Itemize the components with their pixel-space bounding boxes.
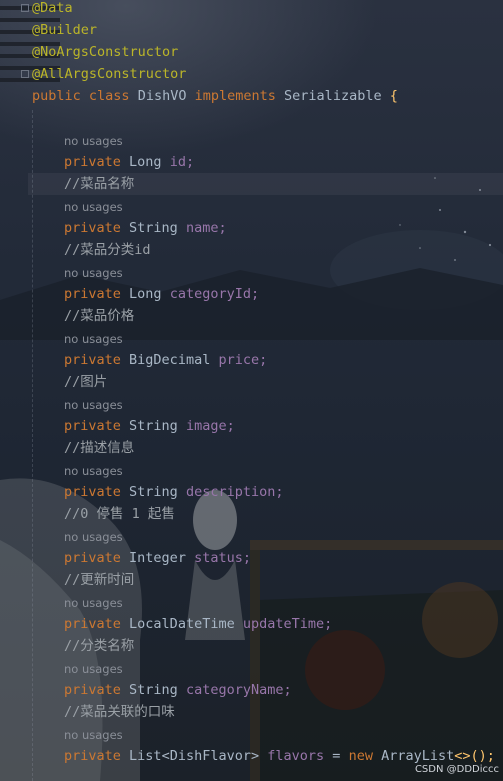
indent-guide [32, 110, 33, 781]
generic-open: < [161, 748, 170, 764]
field-declaration: private String categoryName; [64, 679, 503, 701]
open-brace: { [389, 88, 398, 104]
field-name: categoryId; [169, 286, 260, 302]
field-declaration: private Integer status; [64, 547, 503, 569]
field-type: String [129, 682, 178, 698]
comment-text: //描述信息 [64, 440, 135, 456]
generic-type: DishFlavor [169, 748, 251, 764]
annotation-noargs: @NoArgsConstructor [32, 41, 503, 63]
annotation-data: @Data [32, 0, 503, 19]
usage-hint[interactable]: no usages [64, 724, 123, 746]
field-declaration: private BigDecimal price; [64, 349, 503, 371]
field-type: Long [129, 286, 162, 302]
field-declaration: private String image; [64, 415, 503, 437]
field-type: List [129, 748, 162, 764]
watermark: CSDN @DDDiccc [414, 764, 499, 775]
annotation-text: @AllArgsConstructor [32, 66, 187, 82]
interface-name: Serializable [284, 88, 382, 104]
field-type: Long [129, 154, 162, 170]
field-type: Integer [129, 550, 186, 566]
field-name: flavors [267, 748, 325, 764]
assign-operator: = [324, 748, 349, 764]
generic-close: > [250, 748, 260, 764]
comment-line: //0 停售 1 起售 [64, 503, 503, 525]
keyword-class: class [88, 88, 130, 104]
annotation-builder: @Builder [32, 19, 503, 41]
comment-line: //菜品名称 [28, 173, 503, 195]
field-declaration: private Long id; [64, 151, 503, 173]
class-declaration: public class DishVO implements Serializa… [32, 85, 503, 107]
field-name: status; [194, 550, 251, 566]
comment-line: //更新时间 [64, 569, 503, 591]
keyword-private: private [64, 220, 121, 236]
comment-text: //图片 [64, 374, 108, 390]
usage-hint[interactable]: no usages [64, 196, 123, 218]
usage-hint[interactable]: no usages [64, 526, 123, 548]
field-type: LocalDateTime [129, 616, 235, 632]
comment-line: //描述信息 [64, 437, 503, 459]
comment-line: //图片 [64, 371, 503, 393]
field-type: String [129, 418, 178, 434]
field-declaration: private LocalDateTime updateTime; [64, 613, 503, 635]
field-type: String [129, 220, 178, 236]
field-declaration: private String description; [64, 481, 503, 503]
keyword-private: private [64, 484, 121, 500]
comment-line: //菜品分类id [64, 239, 503, 261]
keyword-private: private [64, 352, 121, 368]
comment-text: //更新时间 [64, 572, 135, 588]
usage-hint[interactable]: no usages [64, 130, 123, 152]
comment-text: //菜品关联的口味 [64, 704, 175, 720]
code-editor[interactable]: @Data @Builder @NoArgsConstructor @AllAr… [0, 0, 503, 781]
comment-line: //分类名称 [64, 635, 503, 657]
comment-text: //分类名称 [64, 638, 135, 654]
keyword-private: private [64, 616, 121, 632]
field-declaration: private String name; [64, 217, 503, 239]
constructor-call: <>(); [454, 748, 495, 764]
annotation-text: @Data [32, 0, 73, 16]
keyword-private: private [64, 550, 121, 566]
field-name: price; [218, 352, 268, 368]
keyword-private: private [64, 154, 121, 170]
usage-hint[interactable]: no usages [64, 394, 123, 416]
usage-hint[interactable]: no usages [64, 658, 123, 680]
comment-text: //菜品名称 [64, 176, 135, 192]
usage-hint[interactable]: no usages [64, 460, 123, 482]
field-name: updateTime; [242, 616, 333, 632]
fold-end-icon[interactable] [21, 70, 29, 78]
class-name: DishVO [137, 88, 187, 104]
annotation-allargs: @AllArgsConstructor [32, 63, 503, 85]
field-name: categoryName; [185, 682, 292, 698]
keyword-private: private [64, 748, 121, 764]
usage-hint[interactable]: no usages [64, 328, 123, 350]
keyword-implements: implements [194, 88, 276, 104]
field-declaration: private Long categoryId; [64, 283, 503, 305]
annotation-text: @Builder [32, 22, 98, 38]
keyword-private: private [64, 418, 121, 434]
fold-marker-icon[interactable] [21, 4, 29, 12]
field-type: BigDecimal [129, 352, 211, 368]
usage-hint[interactable]: no usages [64, 592, 123, 614]
comment-text: //菜品价格 [64, 308, 135, 324]
usage-hint[interactable]: no usages [64, 262, 123, 284]
constructor-name: ArrayList [381, 748, 455, 764]
comment-line: //菜品价格 [64, 305, 503, 327]
comment-text: //0 停售 1 起售 [64, 506, 175, 522]
keyword-private: private [64, 682, 121, 698]
field-name: description; [185, 484, 284, 500]
keyword-new: new [348, 748, 373, 764]
keyword-public: public [32, 88, 81, 104]
comment-text: //菜品分类id [64, 242, 151, 258]
field-name: image; [185, 418, 235, 434]
keyword-private: private [64, 286, 121, 302]
comment-line: //菜品关联的口味 [64, 701, 503, 723]
field-type: String [129, 484, 178, 500]
field-name: id; [169, 154, 195, 170]
field-name: name; [185, 220, 227, 236]
annotation-text: @NoArgsConstructor [32, 44, 179, 60]
